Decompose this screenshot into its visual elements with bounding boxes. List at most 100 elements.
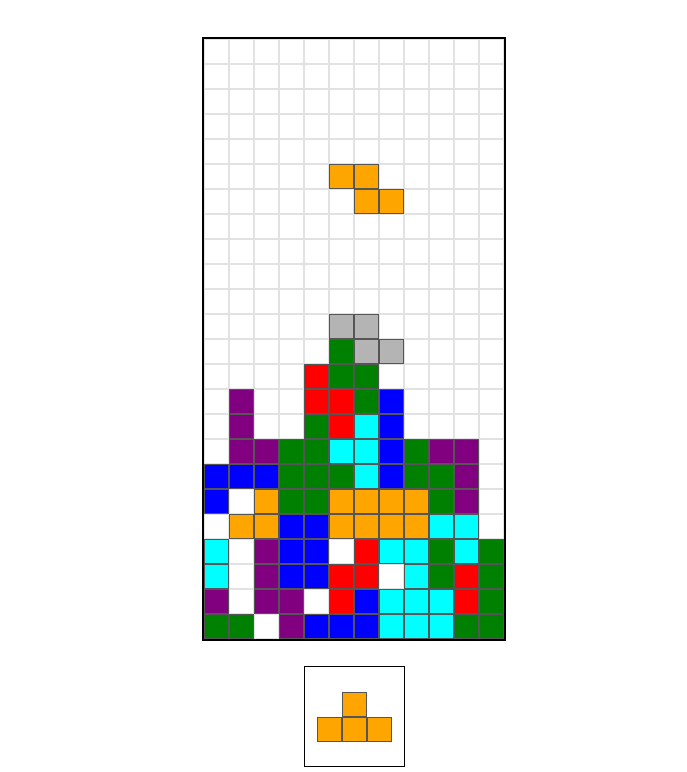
block-cell — [304, 514, 329, 539]
block-cell — [454, 589, 479, 614]
empty-cell — [479, 314, 504, 339]
empty-cell — [279, 239, 304, 264]
block-cell — [354, 489, 379, 514]
block-cell — [379, 614, 404, 639]
preview-cell — [367, 717, 392, 742]
block-cell — [404, 489, 429, 514]
block-cell — [329, 564, 354, 589]
empty-cell — [379, 289, 404, 314]
block-cell — [204, 464, 229, 489]
empty-cell — [204, 289, 229, 314]
empty-cell — [204, 64, 229, 89]
empty-cell — [279, 164, 304, 189]
empty-cell — [479, 264, 504, 289]
empty-cell — [279, 189, 304, 214]
block-cell — [279, 564, 304, 589]
empty-cell — [379, 564, 404, 589]
block-cell — [229, 514, 254, 539]
block-cell — [379, 414, 404, 439]
block-cell — [304, 364, 329, 389]
block-cell — [354, 439, 379, 464]
empty-cell — [229, 214, 254, 239]
empty-cell — [329, 214, 354, 239]
empty-cell — [204, 214, 229, 239]
empty-cell — [229, 114, 254, 139]
ghost-cell — [329, 314, 354, 339]
empty-cell — [479, 239, 504, 264]
empty-cell — [454, 164, 479, 189]
empty-cell — [429, 289, 454, 314]
block-cell — [279, 464, 304, 489]
empty-cell — [204, 414, 229, 439]
empty-cell — [304, 289, 329, 314]
empty-cell — [404, 239, 429, 264]
empty-cell — [479, 89, 504, 114]
empty-cell — [279, 64, 304, 89]
block-cell — [479, 539, 504, 564]
block-cell — [304, 564, 329, 589]
block-cell — [279, 514, 304, 539]
block-cell — [329, 414, 354, 439]
preview-cell — [317, 717, 342, 742]
empty-cell — [379, 239, 404, 264]
empty-cell — [404, 164, 429, 189]
empty-cell — [304, 189, 329, 214]
empty-cell — [204, 514, 229, 539]
empty-cell — [404, 289, 429, 314]
empty-cell — [204, 239, 229, 264]
empty-cell — [404, 264, 429, 289]
empty-cell — [429, 64, 454, 89]
empty-cell — [379, 364, 404, 389]
empty-cell — [404, 314, 429, 339]
empty-cell — [329, 264, 354, 289]
empty-cell — [254, 289, 279, 314]
empty-cell — [479, 414, 504, 439]
empty-cell — [429, 364, 454, 389]
empty-cell — [429, 414, 454, 439]
block-cell — [329, 389, 354, 414]
block-cell — [379, 389, 404, 414]
empty-cell — [404, 189, 429, 214]
empty-cell — [329, 289, 354, 314]
empty-cell — [329, 114, 354, 139]
empty-cell — [429, 389, 454, 414]
empty-cell — [279, 139, 304, 164]
empty-cell — [254, 264, 279, 289]
empty-cell — [454, 389, 479, 414]
ghost-cell — [354, 314, 379, 339]
block-cell — [354, 389, 379, 414]
block-cell — [479, 589, 504, 614]
block-cell — [304, 464, 329, 489]
block-cell — [429, 489, 454, 514]
empty-cell — [204, 364, 229, 389]
block-cell — [254, 514, 279, 539]
falling-cell — [329, 164, 354, 189]
block-cell — [229, 464, 254, 489]
block-cell — [354, 464, 379, 489]
empty-cell — [354, 239, 379, 264]
block-cell — [304, 414, 329, 439]
empty-cell — [254, 164, 279, 189]
block-cell — [329, 489, 354, 514]
empty-cell — [204, 114, 229, 139]
empty-cell — [229, 564, 254, 589]
empty-cell — [304, 89, 329, 114]
empty-cell — [304, 214, 329, 239]
block-cell — [254, 589, 279, 614]
game-screen — [0, 0, 687, 772]
empty-cell — [229, 39, 254, 64]
block-cell — [404, 564, 429, 589]
empty-cell — [404, 389, 429, 414]
empty-cell — [404, 414, 429, 439]
block-cell — [254, 564, 279, 589]
empty-cell — [204, 439, 229, 464]
empty-cell — [379, 264, 404, 289]
empty-cell — [279, 339, 304, 364]
empty-cell — [204, 139, 229, 164]
empty-cell — [229, 489, 254, 514]
block-cell — [204, 589, 229, 614]
block-cell — [254, 464, 279, 489]
empty-cell — [304, 114, 329, 139]
block-cell — [204, 539, 229, 564]
block-cell — [379, 589, 404, 614]
